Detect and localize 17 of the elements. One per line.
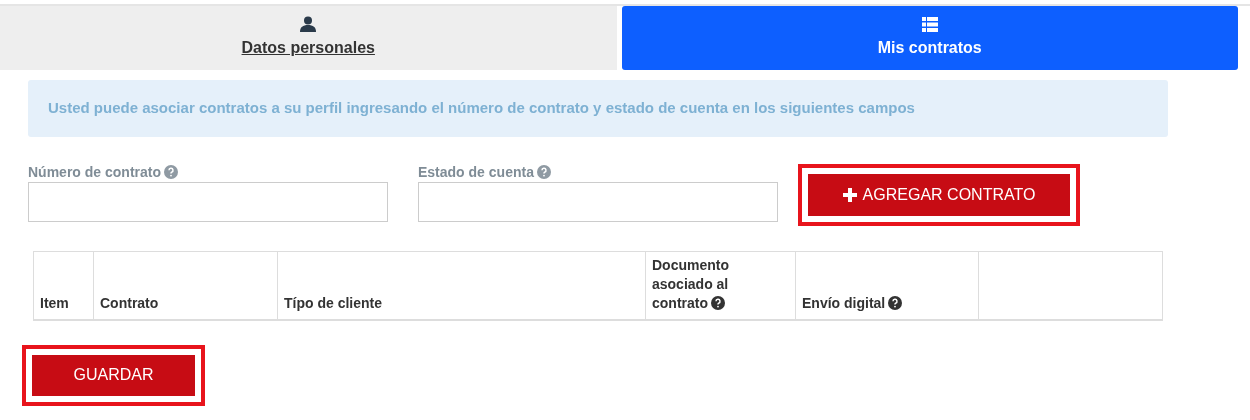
column-header: Item xyxy=(33,251,94,320)
column-header: Contrato xyxy=(93,251,278,320)
tab[interactable]: Datos personales xyxy=(0,6,617,70)
save-button[interactable]: GUARDAR xyxy=(32,354,195,396)
add-contract-button[interactable]: AGREGAR CONTRATO xyxy=(808,174,1070,216)
column-header: Documento asociado al contrato xyxy=(645,251,796,320)
column-header: Típo de cliente xyxy=(277,251,646,320)
list-icon xyxy=(921,16,938,32)
person-icon xyxy=(300,16,317,32)
tab[interactable]: Mis contratos xyxy=(621,6,1238,70)
input-field[interactable] xyxy=(418,182,778,222)
field-label: Estado de cuenta xyxy=(418,164,534,180)
plus-icon xyxy=(842,188,857,202)
info-banner: Usted puede asociar contratos a su perfil ingresando el número de contrato y estado de cuenta en los siguientes campos xyxy=(28,80,1168,137)
column-header: Envío digital xyxy=(795,251,979,320)
input-field[interactable] xyxy=(28,182,388,222)
field-label: Número de contrato xyxy=(28,164,161,180)
